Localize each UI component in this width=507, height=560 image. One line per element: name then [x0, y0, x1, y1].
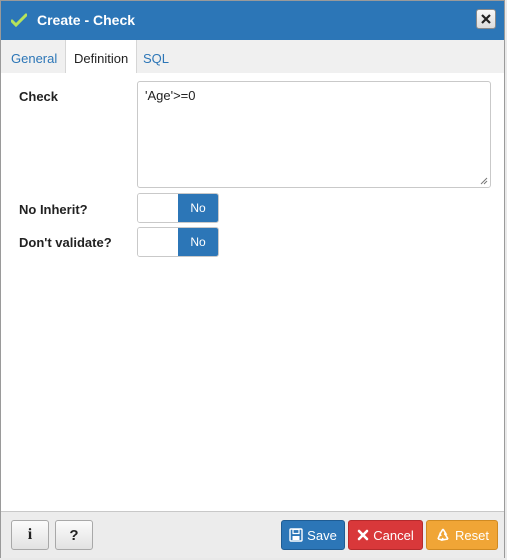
recycle-icon: [437, 528, 449, 542]
toggle-state: No: [178, 228, 218, 256]
save-label: Save: [307, 527, 337, 543]
no-inherit-label: No Inherit?: [19, 202, 88, 217]
tab-bar: General Definition SQL: [1, 40, 504, 74]
close-button[interactable]: [476, 9, 496, 29]
checkmark-icon: [11, 13, 27, 27]
help-button[interactable]: ?: [55, 520, 93, 550]
cancel-label: Cancel: [373, 527, 414, 543]
resize-grip-icon[interactable]: [480, 177, 488, 185]
toggle-off-area: [138, 194, 178, 222]
dont-validate-label: Don't validate?: [19, 235, 112, 250]
check-label: Check: [19, 89, 59, 104]
check-expression: 'Age'>=0: [145, 88, 196, 103]
create-check-dialog: Create - Check General Definition SQL Ch…: [0, 0, 505, 558]
help-icon: ?: [69, 526, 79, 544]
tab-definition[interactable]: Definition: [65, 40, 138, 73]
dialog-titlebar[interactable]: Create - Check: [1, 1, 504, 41]
close-icon: [357, 529, 369, 541]
check-textarea[interactable]: 'Age'>=0: [137, 81, 491, 188]
floppy-disk-icon: [289, 528, 303, 542]
toggle-state: No: [178, 194, 218, 222]
info-icon: i: [27, 526, 33, 543]
reset-label: Reset: [455, 527, 489, 543]
reset-button[interactable]: Reset: [426, 520, 498, 550]
no-inherit-toggle[interactable]: No: [137, 193, 219, 223]
tab-sql[interactable]: SQL: [135, 40, 177, 72]
dont-validate-toggle[interactable]: No: [137, 227, 219, 257]
dialog-title: Create - Check: [37, 12, 136, 28]
save-button[interactable]: Save: [281, 520, 345, 550]
definition-panel: Check 'Age'>=0 No Inherit? No Don't vali…: [1, 73, 504, 511]
close-icon: [481, 14, 491, 24]
toggle-off-area: [138, 228, 178, 256]
cancel-button[interactable]: Cancel: [348, 520, 423, 550]
dialog-footer: i ? Save Cancel Reset: [1, 511, 504, 558]
tab-general[interactable]: General: [3, 40, 65, 72]
info-button[interactable]: i: [11, 520, 49, 550]
